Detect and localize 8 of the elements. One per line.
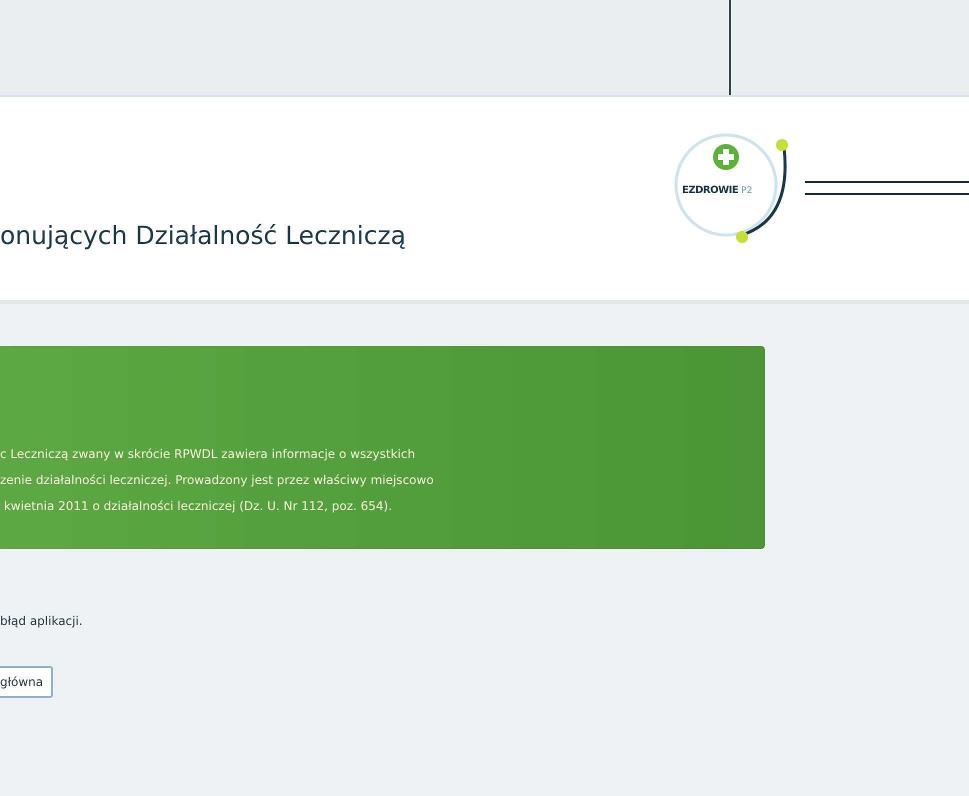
info-text: zenie działalności leczniczej. Prowadzony jest przez właściwy miejscowo: [0, 472, 434, 489]
logo-text: EZDROWIE: [682, 185, 738, 196]
logo-text: P2: [741, 186, 752, 196]
info-text: kwietnia 2011 o działalności leczniczej (Dz. U. Nr 112, poz. 654).: [2, 498, 394, 515]
info-text: c Leczniczą zwany w skrócie RPWDL zawiera informacje o wszystkich: [0, 446, 416, 463]
home-button[interactable]: główna: [0, 666, 54, 698]
page-title: onujących Działalność Leczniczą: [0, 221, 406, 250]
error-message: błąd aplikacji.: [0, 614, 84, 628]
